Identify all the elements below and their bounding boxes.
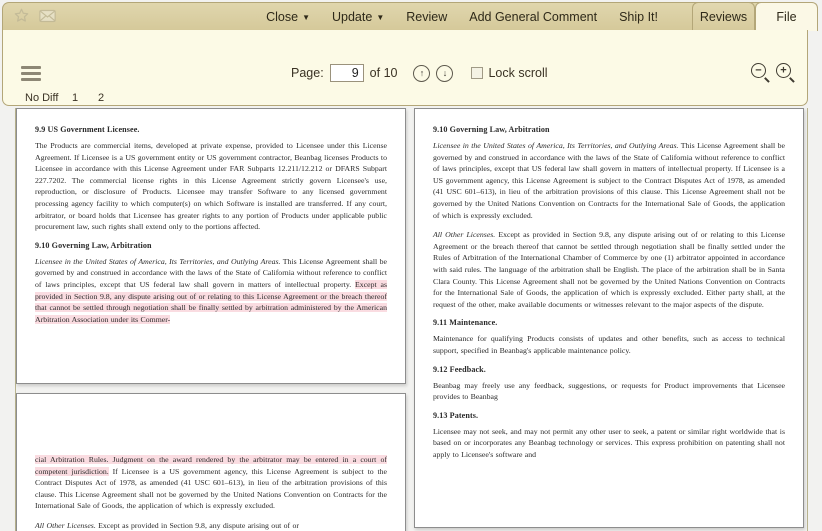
heading: 9.10 Governing Law, Arbitration xyxy=(433,125,785,134)
heading: 9.12 Feedback. xyxy=(433,365,785,374)
paragraph-lead-italic: All Other Licenses. xyxy=(35,521,96,530)
header: Close ▼ Update ▼ Review Add General Commen… xyxy=(0,0,822,108)
page-left-top[interactable]: 9.9 US Government Licensee. The Products… xyxy=(16,108,406,384)
heading: 9.11 Maintenance. xyxy=(433,318,785,327)
hamburger-icon[interactable] xyxy=(21,66,41,80)
heading: 9.9 US Government Licensee. xyxy=(35,125,387,134)
right-document-column: 9.10 Governing Law, Arbitration Licensee… xyxy=(414,108,804,528)
tab-reviews[interactable]: Reviews xyxy=(692,2,755,31)
paragraph: Maintenance for qualifying Products cons… xyxy=(433,333,785,356)
paragraph: Beanbag may freely use any feedback, sug… xyxy=(433,380,785,403)
zoom-out-glyph: − xyxy=(755,65,761,76)
sub-toolbar: Page: of 10 ↑ ↓ Lock scroll − + No Diff … xyxy=(2,30,808,106)
paragraph-tail: Except as provided in Section 9.8, any d… xyxy=(433,230,785,309)
zoom-in-glyph: + xyxy=(780,65,786,76)
left-document-column: 9.9 US Government Licensee. The Products… xyxy=(16,108,406,531)
paragraph: Licensee in the United States of America… xyxy=(433,140,785,221)
paragraph-with-highlight: Licensee in the United States of America… xyxy=(35,256,387,326)
paragraph-lead-italic: All Other Licenses. xyxy=(433,230,495,239)
menu-update-label: Update xyxy=(332,10,372,24)
main-toolbar: Close ▼ Update ▼ Review Add General Commen… xyxy=(2,2,808,30)
right-gutter xyxy=(807,108,808,531)
paragraph: All Other Licenses. Except as provided i… xyxy=(35,520,387,531)
page-left-bottom[interactable]: cial Arbitration Rules. Judgment on the … xyxy=(16,393,406,531)
toolbar-left-icons xyxy=(13,7,56,27)
diff-slider-no-diff-label: No Diff xyxy=(25,92,58,104)
paragraph-tail: This License Agreement shall be governed… xyxy=(433,141,785,220)
diff-slider-tick-1: 1 xyxy=(72,92,78,104)
toolbar-menu: Close ▼ Update ▼ Review Add General Commen… xyxy=(255,3,669,31)
chevron-down-icon: ▼ xyxy=(302,4,310,32)
review-board-diff-viewer: Close ▼ Update ▼ Review Add General Commen… xyxy=(0,0,822,531)
lock-scroll-checkbox[interactable] xyxy=(471,67,483,79)
zoom-out-icon[interactable]: − xyxy=(751,63,766,78)
lock-scroll-label: Lock scroll xyxy=(488,66,547,80)
diff-slider-labels: No Diff 1 2 xyxy=(25,92,145,105)
blank-spacer xyxy=(35,410,387,454)
diff-document-area[interactable]: 9.9 US Government Licensee. The Products… xyxy=(0,108,822,531)
heading: 9.13 Patents. xyxy=(433,411,785,420)
menu-close-label: Close xyxy=(266,10,298,24)
diff-slider-tick-2: 2 xyxy=(98,92,104,104)
paragraph-with-highlight: cial Arbitration Rules. Judgment on the … xyxy=(35,454,387,512)
next-page-button[interactable]: ↓ xyxy=(436,65,453,82)
paragraph: Licensee may not seek, and may not permi… xyxy=(433,426,785,461)
menu-close[interactable]: Close ▼ xyxy=(255,3,321,31)
heading: 9.10 Governing Law, Arbitration xyxy=(35,241,387,250)
tab-file[interactable]: File xyxy=(755,2,818,31)
menu-update[interactable]: Update ▼ xyxy=(321,3,395,31)
chevron-down-icon: ▼ xyxy=(376,4,384,32)
page-total-label: of 10 xyxy=(370,66,398,80)
tab-bar: Reviews File xyxy=(692,2,818,33)
paragraph-lead-italic: Licensee in the United States of America… xyxy=(35,257,280,266)
lock-scroll-control[interactable]: Lock scroll xyxy=(471,66,547,80)
paragraph-lead-italic: Licensee in the United States of America… xyxy=(433,141,678,150)
zoom-controls: − + xyxy=(751,63,791,78)
menu-ship-it[interactable]: Ship It! xyxy=(608,3,669,31)
paragraph: The Products are commercial items, devel… xyxy=(35,140,387,233)
menu-review[interactable]: Review xyxy=(395,3,458,31)
paragraph: All Other Licenses. Except as provided i… xyxy=(433,229,785,310)
previous-page-button[interactable]: ↑ xyxy=(413,65,430,82)
zoom-in-icon[interactable]: + xyxy=(776,63,791,78)
page-controls: Page: of 10 ↑ ↓ Lock scroll xyxy=(291,64,548,82)
menu-add-general-comment[interactable]: Add General Comment xyxy=(458,3,608,31)
page-input[interactable] xyxy=(330,64,364,82)
page-right-main[interactable]: 9.10 Governing Law, Arbitration Licensee… xyxy=(414,108,804,528)
star-icon[interactable] xyxy=(13,7,30,27)
paragraph-tail: Except as provided in Section 9.8, any d… xyxy=(96,521,299,530)
page-label: Page: xyxy=(291,66,324,80)
mail-icon[interactable] xyxy=(39,9,56,26)
